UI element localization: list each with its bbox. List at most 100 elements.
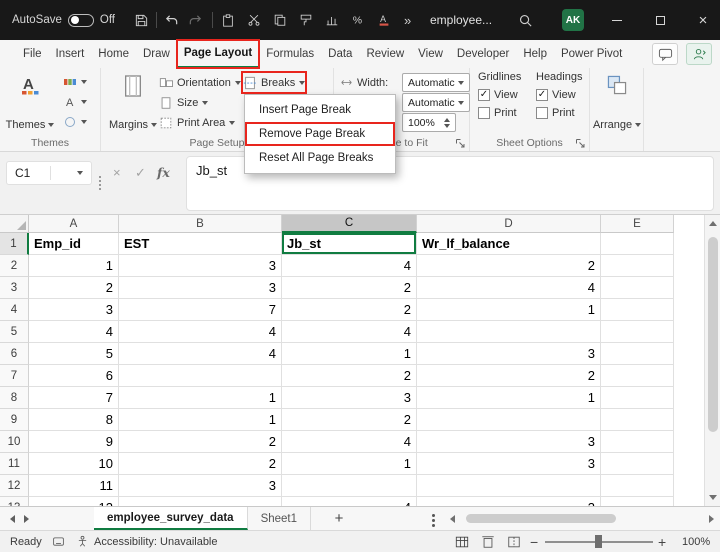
cell-E6[interactable] [601,343,674,365]
row-header-8[interactable]: 8 [0,387,29,409]
cell-C13[interactable]: 4 [282,497,417,506]
cell-C2[interactable]: 4 [282,255,417,277]
tab-formulas[interactable]: Formulas [259,40,321,68]
accessibility-checker-button[interactable] [76,531,89,552]
cell-D3[interactable]: 4 [417,277,601,299]
tab-power-pivot[interactable]: Power Pivot [554,40,629,68]
v-scroll-thumb[interactable] [707,237,718,432]
gridlines-print-checkbox[interactable]: Print [478,107,534,119]
cell-B10[interactable]: 2 [119,431,282,453]
cell-E5[interactable] [601,321,674,343]
enter-button[interactable]: ✓ [135,165,146,181]
cell-A9[interactable]: 8 [29,409,119,431]
cell-E12[interactable] [601,475,674,497]
orientation-button[interactable]: Orientation [159,73,241,92]
paste-button[interactable] [221,0,235,40]
menuitem-remove-page-break[interactable]: Remove Page Break [245,122,395,146]
cell-B1[interactable]: EST [119,233,282,255]
comments-button[interactable] [652,43,678,65]
cell-D13[interactable]: 3 [417,497,601,506]
cancel-button[interactable]: × [113,165,121,180]
cell-E4[interactable] [601,299,674,321]
breaks-button[interactable]: Breaks [243,73,306,92]
cell-A7[interactable]: 6 [29,365,119,387]
cell-C4[interactable]: 2 [282,299,417,321]
themes-button[interactable]: A Themes [6,71,55,133]
macro-record-button[interactable] [52,531,65,552]
col-header-A[interactable]: A [29,215,119,233]
v-scrollbar[interactable] [704,215,720,506]
tab-view[interactable]: View [411,40,450,68]
theme-fonts-button[interactable]: A [60,93,90,111]
col-header-C[interactable]: C [282,215,417,233]
arrange-button[interactable]: Arrange [593,71,642,133]
save-button[interactable] [134,0,149,40]
undo-button[interactable] [164,0,179,40]
sheet-tab-menu-icon[interactable] [432,514,435,517]
cell-E8[interactable] [601,387,674,409]
width-select[interactable]: Automatic [402,73,470,92]
scroll-up-icon[interactable] [709,221,717,226]
search-button[interactable] [518,0,533,40]
cell-D12[interactable] [417,475,601,497]
theme-colors-button[interactable] [60,73,90,91]
row-header-13[interactable]: 13 [0,497,29,506]
percent-style-button[interactable]: % [351,0,365,40]
headings-print-checkbox[interactable]: Print [536,107,592,119]
tab-review[interactable]: Review [359,40,411,68]
chart-button[interactable] [325,0,339,40]
avatar[interactable]: AK [562,9,584,31]
cell-C10[interactable]: 4 [282,431,417,453]
sheet-nav-right-icon[interactable] [24,515,29,523]
share-button[interactable] [686,43,712,65]
cell-C8[interactable]: 3 [282,387,417,409]
cell-D4[interactable]: 1 [417,299,601,321]
cell-B4[interactable]: 7 [119,299,282,321]
view-page-layout-button[interactable] [481,531,495,552]
add-sheet-button[interactable]: + [328,507,350,530]
row-header-10[interactable]: 10 [0,431,29,453]
format-painter-button[interactable] [299,0,313,40]
cell-E1[interactable] [601,233,674,255]
theme-effects-button[interactable] [60,113,90,131]
name-box[interactable]: C1 [6,161,92,185]
col-header-E[interactable]: E [601,215,674,233]
autosave-toggle[interactable]: AutoSave Off [12,0,115,40]
cell-A5[interactable]: 4 [29,321,119,343]
tab-data[interactable]: Data [321,40,359,68]
cell-D7[interactable]: 2 [417,365,601,387]
cell-D8[interactable]: 1 [417,387,601,409]
cell-C7[interactable]: 2 [282,365,417,387]
cell-A8[interactable]: 7 [29,387,119,409]
row-header-7[interactable]: 7 [0,365,29,387]
cell-E2[interactable] [601,255,674,277]
maximize-button[interactable] [645,0,675,40]
minimize-button[interactable] [602,0,632,40]
zoom-level[interactable]: 100% [682,531,710,552]
row-header-6[interactable]: 6 [0,343,29,365]
formula-bar-handle-icon[interactable] [99,176,101,190]
select-all-corner[interactable] [0,215,29,233]
cell-B7[interactable] [119,365,282,387]
view-normal-button[interactable] [455,531,469,552]
sheet-tab-sheet1[interactable]: Sheet1 [248,507,312,530]
row-header-9[interactable]: 9 [0,409,29,431]
row-header-5[interactable]: 5 [0,321,29,343]
cell-B6[interactable]: 4 [119,343,282,365]
toolbar-overflow-icon[interactable]: » [404,0,411,40]
cell-A1[interactable]: Emp_id [29,233,119,255]
cell-C3[interactable]: 2 [282,277,417,299]
tab-help[interactable]: Help [516,40,554,68]
cell-D10[interactable]: 3 [417,431,601,453]
cell-D5[interactable] [417,321,601,343]
cell-E7[interactable] [601,365,674,387]
cell-C5[interactable]: 4 [282,321,417,343]
cell-B9[interactable]: 1 [119,409,282,431]
zoom-thumb[interactable] [595,535,602,548]
cell-A2[interactable]: 1 [29,255,119,277]
headings-view-checkbox[interactable]: View [536,89,592,101]
h-scrollbar[interactable] [450,514,714,524]
tab-developer[interactable]: Developer [450,40,516,68]
tab-file[interactable]: File [16,40,49,68]
col-header-D[interactable]: D [417,215,601,233]
